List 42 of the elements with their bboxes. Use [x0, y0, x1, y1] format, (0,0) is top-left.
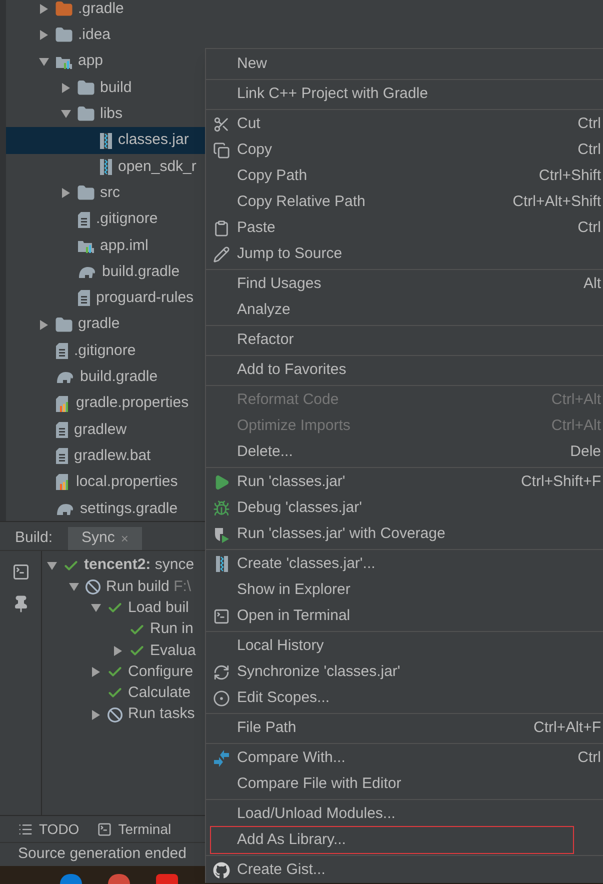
- file-name: app: [78, 51, 104, 72]
- file-name: src: [100, 182, 120, 203]
- file-name: build.gradle: [102, 262, 180, 282]
- panel-title: Build:: [14, 528, 54, 548]
- file-name: local.properties: [76, 472, 178, 492]
- shortcut-text: Ctrl+Shift+F: [520, 472, 601, 492]
- file-name: libs: [100, 104, 123, 124]
- file-name: build: [100, 78, 132, 98]
- file-name: .gitignore: [96, 209, 158, 230]
- file-name: .gitignore: [74, 340, 136, 361]
- shortcut-text: Ctrl+Alt+F: [533, 718, 601, 738]
- shortcut-text: Dele: [570, 442, 601, 462]
- shortcut-text: Alt: [583, 274, 601, 294]
- file-name: build.gradle: [80, 367, 158, 388]
- shortcut-text: Ctrl+Alt+Shift: [512, 192, 601, 212]
- file-name: classes.jar: [118, 130, 189, 150]
- file-name: proguard-rules: [96, 288, 194, 308]
- build-step: Run tasks: [128, 703, 195, 726]
- shortcut-text: Ctrl: [578, 748, 601, 768]
- shortcut-text: Ctrl: [578, 114, 601, 134]
- file-name: gradle: [78, 314, 120, 334]
- file-name: gradlew: [74, 420, 127, 440]
- file-name: open_sdk_r: [118, 156, 196, 177]
- shortcut-text: Ctrl+Shift: [538, 166, 601, 186]
- build-step: Calculate: [128, 682, 191, 705]
- shortcut-text: Ctrl: [578, 218, 601, 238]
- file-name: .gradle: [78, 0, 124, 19]
- build-step: tencent2: synce: [84, 554, 194, 577]
- file-name: app.iml: [100, 236, 148, 256]
- file-name: gradle.properties: [76, 393, 189, 414]
- file-name: gradlew.bat: [74, 446, 151, 466]
- build-step: Evalua: [150, 640, 196, 662]
- build-step: Run build F:\: [106, 576, 192, 598]
- file-name: settings.gradle: [80, 498, 178, 519]
- file-name: .idea: [78, 25, 111, 46]
- build-step: Load buil: [128, 597, 189, 620]
- status-text: Source generation ended: [18, 844, 186, 864]
- shortcut-text: Ctrl+Alt: [551, 390, 601, 410]
- shortcut-text: Ctrl+Alt: [551, 416, 601, 436]
- build-step: Configure: [128, 660, 194, 684]
- shortcut-text: Ctrl: [578, 140, 601, 160]
- build-step: Run in: [150, 618, 194, 641]
